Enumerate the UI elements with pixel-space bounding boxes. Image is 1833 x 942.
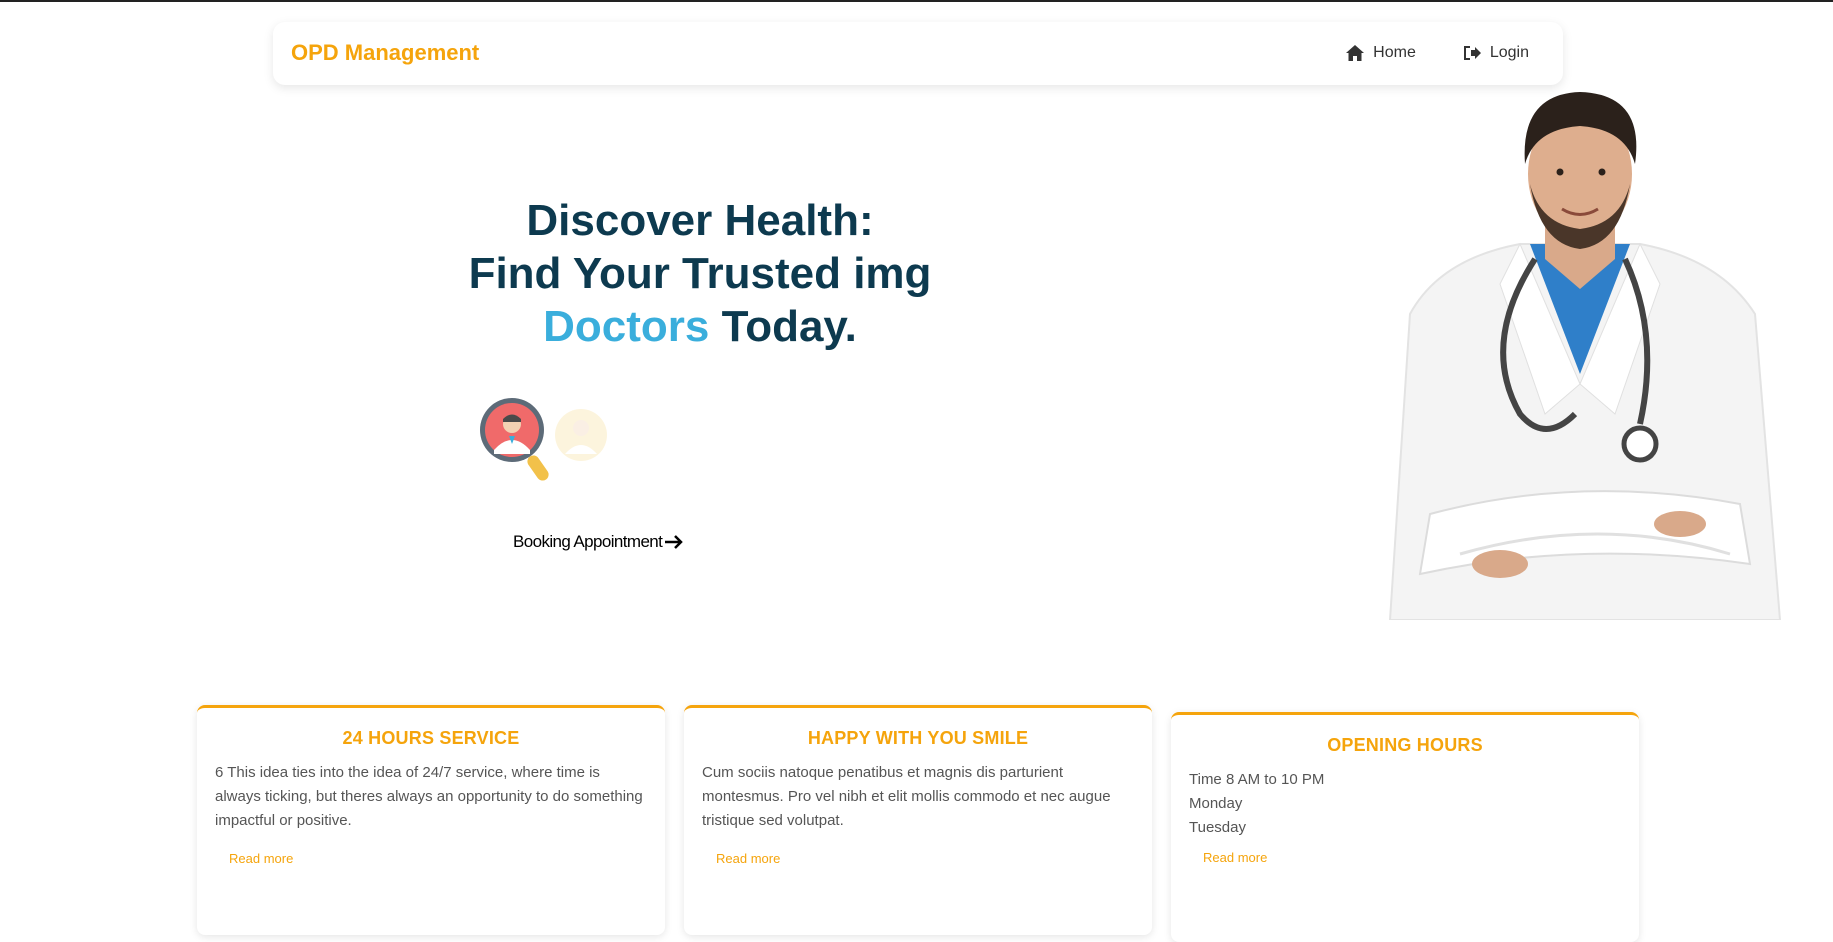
card-title: HAPPY WITH YOU SMILE (807, 728, 1029, 748)
booking-appointment-button[interactable]: Booking Appointment (513, 532, 684, 552)
read-more-link[interactable]: Read more (1203, 850, 1639, 865)
magnifier-handle (527, 455, 549, 481)
doctor-image (1388, 92, 1782, 620)
card-title: 24 HOURS SERVICE (342, 728, 520, 748)
nav-login-link[interactable]: Login (1462, 44, 1529, 62)
hero-title-line1: Discover Health: (526, 196, 874, 245)
card-text: Cum sociis natoque penatibus et magnis d… (702, 764, 1111, 829)
faded-doctor-icon (555, 409, 607, 461)
opening-hours-day: Tuesday (1189, 819, 1246, 836)
card-opening-hours: OPENING HOURS Time 8 AM to 10 PM Monday … (1171, 712, 1639, 942)
read-more-link[interactable]: Read more (229, 851, 665, 866)
card-happy-with-you-smile: HAPPY WITH YOU SMILE Cum sociis natoque … (684, 705, 1152, 935)
hero-title: Discover Health: Find Your Trusted img D… (400, 194, 1000, 353)
top-border (0, 0, 1833, 2)
arrow-right-icon (665, 535, 684, 549)
sign-in-icon (1463, 46, 1481, 60)
opening-hours-time: Time 8 AM to 10 PM (1189, 771, 1325, 788)
navbar: OPD Management Home Login (273, 22, 1563, 85)
nav-links: Home Login (1345, 44, 1529, 62)
hero-title-line2: Find Your Trusted img (468, 249, 932, 298)
brand-logo[interactable]: OPD Management (291, 40, 479, 66)
home-icon (1346, 45, 1365, 61)
hero-title-end: Today. (709, 302, 857, 351)
read-more-link[interactable]: Read more (716, 851, 1152, 866)
nav-home-link[interactable]: Home (1345, 44, 1416, 62)
opening-hours-day: Monday (1189, 795, 1243, 812)
booking-appointment-label: Booking Appointment (513, 532, 663, 551)
card-title: OPENING HOURS (1327, 735, 1483, 755)
card-text: 6 This idea ties into the idea of 24/7 s… (215, 764, 643, 829)
card-24-hours-service: 24 HOURS SERVICE 6 This idea ties into t… (197, 705, 665, 935)
hero-title-accent: Doctors (543, 302, 710, 351)
nav-login-label: Login (1489, 44, 1529, 61)
doctor-search-illustration (480, 398, 607, 481)
nav-home-label: Home (1373, 44, 1416, 61)
